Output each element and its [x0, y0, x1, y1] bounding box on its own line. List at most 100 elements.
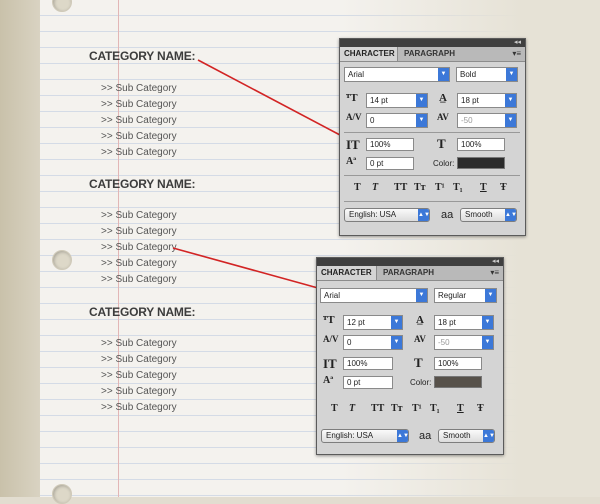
leading-icon: A̲ — [416, 314, 424, 326]
color-swatch[interactable] — [457, 157, 505, 169]
antialias-value: Smooth — [443, 431, 471, 440]
language-value: English: USA — [326, 431, 374, 440]
subscript-button[interactable]: T₁ — [453, 182, 463, 193]
tracking-icon: AV — [414, 334, 426, 344]
horizontal-scale-field[interactable]: 100% — [457, 138, 505, 151]
underline-button[interactable]: T — [457, 403, 464, 414]
chevron-down-icon: ▼ — [438, 68, 449, 81]
kerning-value: 0 — [370, 116, 375, 125]
chevron-down-icon: ▼ — [482, 316, 493, 329]
baseline-shift-field[interactable]: 0 pt — [366, 157, 414, 170]
divider — [344, 132, 520, 133]
tracking-select[interactable]: -50 ▼ — [457, 113, 517, 128]
font-style-select[interactable]: Regular ▼ — [434, 288, 497, 303]
all-caps-button[interactable]: TT — [394, 182, 407, 193]
font-style-value: Regular — [438, 291, 467, 300]
vertical-scale-field[interactable]: 100% — [343, 357, 393, 370]
faux-italic-button[interactable]: T — [349, 403, 355, 414]
font-size-icon: ᵀT — [346, 92, 358, 104]
connector-line — [172, 247, 319, 289]
color-label: Color: — [410, 378, 432, 387]
chevron-down-icon: ▼ — [416, 114, 427, 127]
horizontal-scale-icon: T — [414, 355, 423, 370]
font-size-icon: ᵀT — [323, 314, 335, 326]
antialias-icon: aa — [441, 209, 454, 221]
horizontal-scale-field[interactable]: 100% — [434, 357, 482, 370]
faux-bold-button[interactable]: T — [354, 182, 361, 193]
underline-button[interactable]: T — [480, 182, 487, 193]
leading-select[interactable]: 18 pt ▼ — [457, 93, 517, 108]
font-style-select[interactable]: Bold ▼ — [456, 67, 518, 82]
baseline-shift-icon: Aª — [346, 156, 357, 167]
collapse-icon[interactable]: ◂◂ — [492, 257, 499, 265]
tracking-value: -50 — [438, 338, 450, 347]
chevron-down-icon: ▼ — [505, 114, 516, 127]
chevron-down-icon: ▼ — [506, 68, 517, 81]
panel-titlebar[interactable]: ◂◂ — [340, 39, 525, 47]
vertical-scale-icon: IT — [346, 137, 360, 152]
chevron-updown-icon: ▲▼ — [397, 430, 409, 442]
color-label: Color: — [433, 159, 455, 168]
font-size-select[interactable]: 12 pt ▼ — [343, 315, 403, 330]
panel-menu-icon[interactable]: ▾≡ — [490, 268, 499, 277]
antialias-icon: aa — [419, 430, 432, 442]
panel-titlebar[interactable]: ◂◂ — [317, 258, 503, 266]
tracking-value: -50 — [461, 116, 473, 125]
subscript-button[interactable]: T₁ — [430, 403, 440, 414]
tab-character[interactable]: CHARACTER — [317, 266, 377, 280]
collapse-icon[interactable]: ◂◂ — [514, 38, 521, 46]
strikethrough-button[interactable]: Ŧ — [500, 182, 507, 193]
chevron-down-icon: ▼ — [505, 94, 516, 107]
baseline-shift-icon: Aª — [323, 375, 334, 386]
leading-value: 18 pt — [461, 96, 479, 105]
font-style-value: Bold — [460, 70, 477, 79]
chevron-down-icon: ▼ — [391, 316, 402, 329]
all-caps-button[interactable]: TT — [371, 403, 384, 414]
tracking-select[interactable]: -50 ▼ — [434, 335, 494, 350]
font-size-value: 14 pt — [370, 96, 388, 105]
small-caps-button[interactable]: Tт — [391, 403, 403, 414]
font-family-select[interactable]: Arial ▼ — [320, 288, 428, 303]
faux-bold-button[interactable]: T — [331, 403, 338, 414]
leading-select[interactable]: 18 pt ▼ — [434, 315, 494, 330]
panel-menu-icon[interactable]: ▾≡ — [512, 49, 521, 58]
superscript-button[interactable]: T¹ — [412, 403, 422, 414]
font-family-value: Arial — [348, 70, 365, 79]
divider — [344, 201, 520, 202]
tab-paragraph[interactable]: PARAGRAPH — [379, 266, 438, 280]
strikethrough-button[interactable]: Ŧ — [477, 403, 484, 414]
font-family-value: Arial — [324, 291, 341, 300]
small-caps-button[interactable]: Tт — [414, 182, 426, 193]
language-select[interactable]: English: USA ▲▼ — [321, 429, 409, 443]
color-swatch[interactable] — [434, 376, 482, 388]
antialias-select[interactable]: Smooth ▲▼ — [460, 208, 517, 222]
vertical-scale-icon: IT — [323, 356, 337, 371]
character-panel: ◂◂ CHARACTER PARAGRAPH ▾≡ Arial ▼ Regular… — [316, 257, 504, 455]
language-select[interactable]: English: USA ▲▼ — [344, 208, 430, 222]
chevron-updown-icon: ▲▼ — [418, 209, 430, 221]
kerning-icon: A/V — [346, 112, 362, 122]
horizontal-scale-icon: T — [437, 136, 446, 151]
antialias-value: Smooth — [465, 210, 493, 219]
font-size-select[interactable]: 14 pt ▼ — [366, 93, 428, 108]
font-family-select[interactable]: Arial ▼ — [344, 67, 450, 82]
baseline-shift-field[interactable]: 0 pt — [343, 376, 393, 389]
kerning-icon: A/V — [323, 334, 339, 344]
font-size-value: 12 pt — [347, 318, 365, 327]
vertical-scale-field[interactable]: 100% — [366, 138, 414, 151]
superscript-button[interactable]: T¹ — [435, 182, 445, 193]
leading-value: 18 pt — [438, 318, 456, 327]
chevron-updown-icon: ▲▼ — [483, 430, 495, 442]
tab-paragraph[interactable]: PARAGRAPH — [400, 47, 459, 61]
kerning-select[interactable]: 0 ▼ — [366, 113, 428, 128]
faux-italic-button[interactable]: T — [372, 182, 378, 193]
leading-icon: A̲ — [439, 92, 447, 104]
tracking-icon: AV — [437, 112, 449, 122]
chevron-down-icon: ▼ — [482, 336, 493, 349]
connector-line — [197, 59, 341, 136]
chevron-down-icon: ▼ — [391, 336, 402, 349]
antialias-select[interactable]: Smooth ▲▼ — [438, 429, 495, 443]
divider — [344, 175, 520, 176]
kerning-select[interactable]: 0 ▼ — [343, 335, 403, 350]
tab-character[interactable]: CHARACTER — [340, 47, 398, 61]
